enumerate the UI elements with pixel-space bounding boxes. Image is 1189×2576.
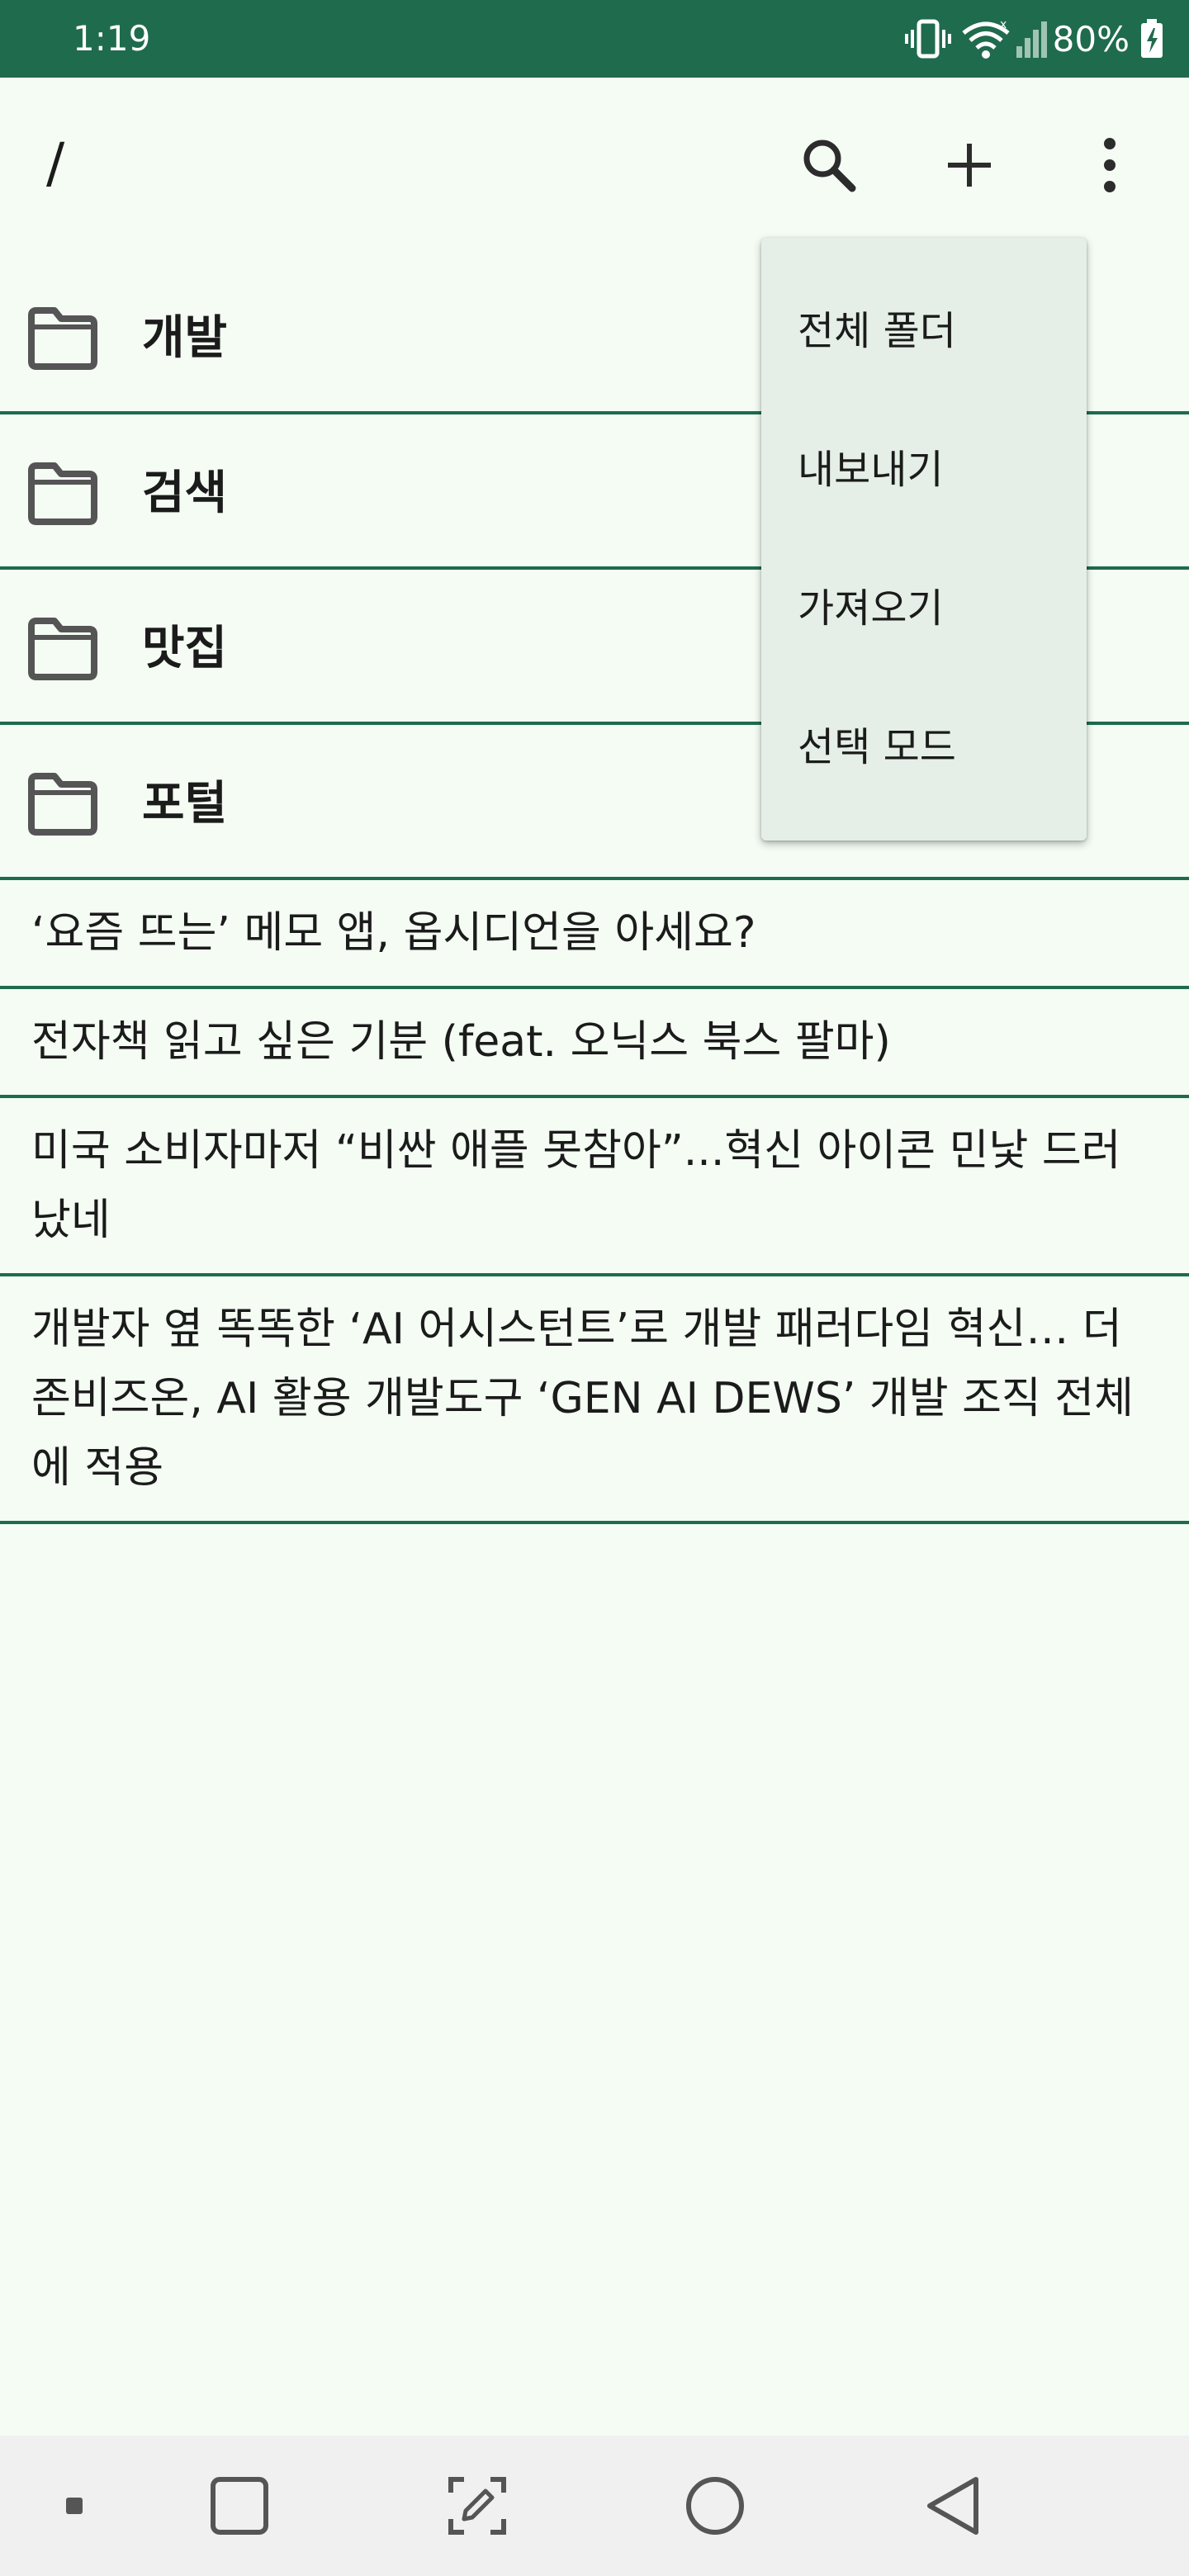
home-icon: [684, 2474, 746, 2537]
status-time: 1:19: [73, 18, 151, 59]
search-button[interactable]: [783, 119, 875, 211]
memo-row[interactable]: 미국 소비자마저 “비싼 애플 못참아”...혁신 아이콘 민낯 드러났네: [0, 1098, 1189, 1276]
status-bar: 1:19 x 80%: [0, 0, 1189, 78]
folder-icon: [25, 456, 101, 532]
back-icon: [923, 2474, 983, 2537]
screenshot-edit-button[interactable]: [428, 2436, 527, 2576]
nav-dot-button[interactable]: [50, 2436, 99, 2576]
more-options-button[interactable]: [1063, 119, 1156, 211]
dot-icon: [64, 2496, 84, 2516]
battery-percent: 80%: [1052, 18, 1130, 59]
menu-item-export[interactable]: 내보내기: [761, 396, 1087, 535]
folder-name: 검색: [142, 466, 228, 520]
app-bar: /: [0, 78, 1189, 243]
current-path: /: [46, 131, 65, 195]
status-icons: x 80%: [904, 13, 1164, 64]
more-vert-icon: [1100, 135, 1120, 195]
folder-icon: [25, 611, 101, 687]
back-button[interactable]: [903, 2436, 1002, 2576]
folder-name: 개발: [142, 311, 228, 365]
recents-button[interactable]: [190, 2436, 289, 2576]
folder-name: 포털: [142, 777, 228, 831]
search-icon: [799, 135, 859, 195]
vibrate-icon: [904, 18, 952, 59]
navigation-bar: [0, 2436, 1189, 2576]
menu-item-all-folders[interactable]: 전체 폴더: [761, 258, 1087, 396]
svg-text:x: x: [1000, 18, 1007, 31]
overflow-menu: 전체 폴더 내보내기 가져오기 선택 모드: [761, 238, 1087, 841]
memo-row[interactable]: ‘요즘 뜨는’ 메모 앱, 옵시디언을 아세요?: [0, 880, 1189, 989]
recents-icon: [210, 2476, 269, 2536]
add-icon: [943, 139, 996, 192]
menu-item-select-mode[interactable]: 선택 모드: [761, 674, 1087, 812]
home-button[interactable]: [666, 2436, 765, 2576]
battery-icon: [1139, 18, 1164, 59]
folder-icon: [25, 766, 101, 842]
signal-icon: [1015, 18, 1048, 59]
memo-row[interactable]: 개발자 옆 똑똑한 ‘AI 어시스턴트’로 개발 패러다임 혁신… 더존비즈온,…: [0, 1276, 1189, 1524]
add-button[interactable]: [923, 119, 1016, 211]
folder-name: 맛집: [142, 622, 228, 675]
screenshot-edit-icon: [448, 2476, 507, 2536]
wifi-icon: x: [960, 18, 1011, 59]
folder-icon: [25, 301, 101, 376]
memo-row[interactable]: 전자책 읽고 싶은 기분 (feat. 오닉스 북스 팔마): [0, 989, 1189, 1098]
menu-item-import[interactable]: 가져오기: [761, 535, 1087, 674]
